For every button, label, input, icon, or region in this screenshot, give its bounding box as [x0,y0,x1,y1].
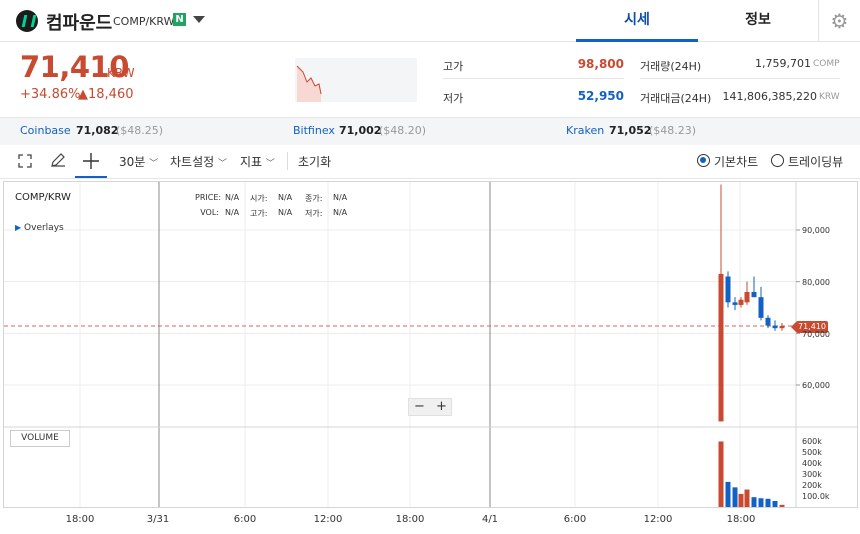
info-open-value: N/A [278,193,293,202]
volume-bar [765,498,771,507]
info-high-value: N/A [278,208,293,217]
volume-bar [744,489,750,507]
y-tick: 80,000 [802,278,830,287]
info-close-label: 종가: [305,194,323,203]
price-chart [4,182,858,507]
candle-body [772,325,778,329]
volume-bar [738,493,744,507]
candle-body [765,317,771,326]
zoom-in-button[interactable]: + [436,399,447,414]
volume-tick: 200k [802,481,822,490]
x-tick: 4/1 [481,514,499,525]
volume-bar [758,498,764,507]
x-tick: 6:00 [233,514,257,525]
x-tick: 3/31 [146,514,170,525]
y-tick: 70,000 [802,330,830,339]
volume-tick: 100.0k [802,492,830,501]
candle-body [744,292,750,303]
volume-tick: 300k [802,470,822,479]
candle-body [725,276,731,303]
x-tick: 18:00 [65,514,95,525]
overlays-toggle[interactable]: ▶ Overlays [15,223,64,233]
info-close-value: N/A [333,193,348,202]
info-vol-value: N/A [225,208,240,217]
zoom-control: − + [408,398,452,416]
volume-tick: 400k [802,459,822,468]
x-tick: 12:00 [643,514,673,525]
candle-body [779,326,785,329]
zoom-out-button[interactable]: − [414,399,425,414]
volume-bar [732,487,738,507]
x-tick: 18:00 [726,514,756,525]
info-low-label: 저가: [305,209,323,218]
triangle-right-icon: ▶ [15,223,22,232]
candle-body [732,302,738,305]
candle-body [751,292,757,298]
y-tick: 60,000 [802,381,830,390]
y-tick: 90,000 [802,226,830,235]
candle-body [758,297,764,318]
volume-bar [751,497,757,507]
volume-button[interactable]: VOLUME [10,430,70,447]
volume-bar [718,441,724,507]
overlays-label: Overlays [24,223,64,233]
candle-body [718,273,724,422]
candle-body [738,299,744,305]
volume-tick: 500k [802,448,822,457]
volume-bar [779,504,785,507]
x-tick: 6:00 [563,514,587,525]
volume-bar [772,500,778,507]
info-open-label: 시가: [250,194,268,203]
info-price-label: PRICE: [195,193,222,202]
volume-tick: 600k [802,437,822,446]
info-vol-label: VOL: [200,208,219,217]
info-low-value: N/A [333,208,348,217]
x-tick: 18:00 [395,514,425,525]
chart-symbol: COMP/KRW [15,192,71,203]
info-high-label: 고가: [250,209,268,218]
info-price-value: N/A [225,193,240,202]
volume-bar [725,481,731,507]
x-tick: 12:00 [313,514,343,525]
